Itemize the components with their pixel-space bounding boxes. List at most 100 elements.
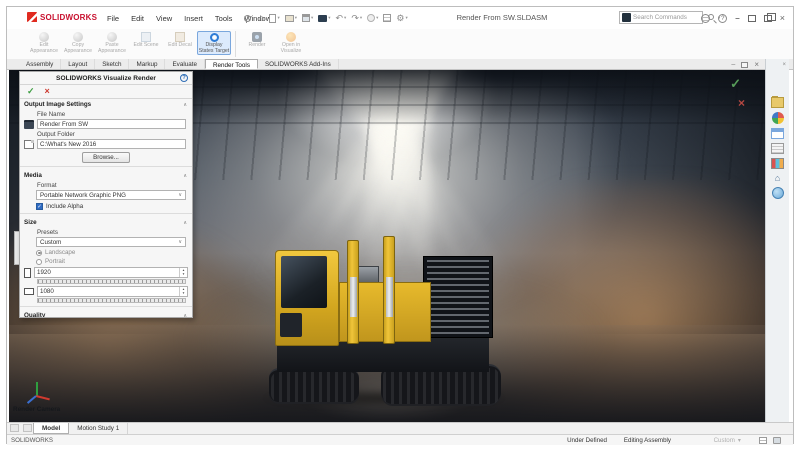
menu-edit[interactable]: Edit <box>125 14 150 23</box>
task-pane-close-icon[interactable]: × <box>782 62 786 68</box>
search-box[interactable] <box>619 11 703 24</box>
portrait-radio-row[interactable]: Portrait <box>36 258 192 265</box>
close-button[interactable]: × <box>780 13 785 23</box>
view-palette-icon[interactable] <box>771 128 784 139</box>
panel-help-icon[interactable]: ? <box>180 74 188 82</box>
width-stepper[interactable]: ▴ ▾ <box>179 268 187 277</box>
output-settings-header[interactable]: Output Image Settings ∧ <box>20 99 192 109</box>
undo-button[interactable]: ↶▾ <box>336 14 347 23</box>
size-header[interactable]: Size ∧ <box>20 217 192 227</box>
paste-appearance-button[interactable]: Paste Appearance <box>95 31 129 54</box>
quality-header[interactable]: Quality ∧ <box>20 310 192 318</box>
edit-appearance-button[interactable]: Edit Appearance <box>27 31 61 54</box>
edit-scene-button[interactable]: Edit Scene <box>129 31 163 49</box>
menu-file[interactable]: File <box>101 14 125 23</box>
panel-ok-icon[interactable]: ✓ <box>27 87 35 96</box>
portrait-radio[interactable] <box>36 259 42 265</box>
copy-appearance-button[interactable]: Copy Appearance <box>61 31 95 54</box>
panel-cancel-icon[interactable]: × <box>45 87 50 96</box>
design-library-icon[interactable] <box>771 158 784 169</box>
tab-layout[interactable]: Layout <box>61 59 95 69</box>
custom-properties-icon[interactable] <box>771 143 784 154</box>
rebuild-button[interactable]: ▾ <box>367 14 378 22</box>
select-caret-icon: ∨ <box>178 239 182 245</box>
menu-tools[interactable]: Tools <box>209 14 239 23</box>
print-button[interactable]: ▾ <box>318 15 330 22</box>
collapse-icon: ∧ <box>183 102 187 108</box>
tab-splitter-button[interactable] <box>23 424 32 432</box>
render-button[interactable]: Render <box>240 31 274 49</box>
include-alpha-checkbox[interactable]: ✓ <box>36 203 43 210</box>
motion-study-tab[interactable]: Motion Study 1 <box>69 423 128 434</box>
width-spinbox[interactable]: ▴ ▾ <box>34 267 188 278</box>
login-icon[interactable] <box>701 14 710 23</box>
status-tag-icon[interactable] <box>759 437 767 444</box>
width-slider[interactable] <box>37 279 186 284</box>
height-spinbox[interactable]: ▴ ▾ <box>37 286 188 297</box>
tab-evaluate[interactable]: Evaluate <box>165 59 205 69</box>
tab-assembly[interactable]: Assembly <box>19 59 61 69</box>
spin-down-icon[interactable]: ▾ <box>183 292 185 296</box>
machine-track-tread <box>383 368 499 404</box>
edit-decal-button[interactable]: Edit Decal <box>163 31 197 49</box>
media-header[interactable]: Media ∧ <box>20 170 192 180</box>
height-slider[interactable] <box>37 298 186 303</box>
doc-restore-icon[interactable] <box>741 62 748 68</box>
search-input[interactable] <box>633 14 699 21</box>
menu-insert[interactable]: Insert <box>178 14 209 23</box>
new-document-button[interactable]: ▾ <box>269 14 279 23</box>
tab-sketch[interactable]: Sketch <box>95 59 129 69</box>
include-alpha-row[interactable]: ✓ Include Alpha <box>36 203 192 210</box>
landscape-radio[interactable] <box>36 250 42 256</box>
redo-button[interactable]: ↷▾ <box>351 14 362 23</box>
tab-splitter-button[interactable] <box>10 424 19 432</box>
config-dropdown[interactable]: Custom ▾ <box>714 437 741 444</box>
confirmation-corner-accept-icon[interactable]: ✓ <box>730 76 741 92</box>
confirmation-corner-cancel-icon[interactable]: × <box>738 96 745 110</box>
output-folder-input[interactable] <box>37 139 186 149</box>
landscape-radio-row[interactable]: Landscape <box>36 249 192 256</box>
options-button[interactable]: ⚙▾ <box>396 14 407 23</box>
open-in-visualize-button[interactable]: Open in Visualize <box>274 31 308 54</box>
presets-select[interactable]: Custom ∨ <box>36 237 186 247</box>
tab-render-tools[interactable]: Render Tools <box>205 59 258 69</box>
document-title: Render From SW.SLDASM <box>427 7 577 29</box>
file-explorer-icon[interactable] <box>771 97 784 108</box>
open-button[interactable]: ▾ <box>285 15 297 22</box>
display-states-target-button[interactable]: Display States Target <box>197 31 231 55</box>
spin-down-icon[interactable]: ▾ <box>183 273 185 277</box>
doc-minimize-icon[interactable]: – <box>731 61 735 68</box>
home-button[interactable]: ⌂ <box>259 14 264 23</box>
file-name-input[interactable] <box>37 119 186 129</box>
menu-view[interactable]: View <box>150 14 178 23</box>
maximize-button[interactable] <box>748 15 756 22</box>
save-button[interactable]: ▾ <box>302 14 313 22</box>
collapse-icon: ∧ <box>183 220 187 226</box>
quick-access-toolbar: ⌂ ▾ ▾ ▾ ▾ ↶▾ ↷▾ ▾ ⚙▾ <box>259 10 408 26</box>
machine-mast-rear <box>383 236 395 344</box>
format-select[interactable]: Portable Network Graphic PNG ∨ <box>36 190 186 200</box>
browse-button[interactable]: Browse... <box>82 152 130 163</box>
doc-close-icon[interactable]: × <box>754 60 759 69</box>
width-row: ▴ ▾ <box>24 267 188 278</box>
appearances-icon[interactable] <box>772 112 784 124</box>
width-input[interactable] <box>35 268 179 277</box>
machine-pipe-rack <box>423 256 493 338</box>
help-icon[interactable]: ? <box>718 14 727 23</box>
height-stepper[interactable]: ▴ ▾ <box>179 287 187 296</box>
machine-cab <box>275 250 339 346</box>
file-properties-button[interactable] <box>383 14 391 22</box>
restore-button[interactable] <box>764 15 772 22</box>
status-sheet-icon[interactable] <box>773 437 781 444</box>
minimize-button[interactable]: – <box>735 14 739 23</box>
model-tab[interactable]: Model <box>33 423 69 434</box>
output-folder-label: Output Folder <box>37 131 192 138</box>
tab-solidworks-addins[interactable]: SOLIDWORKS Add-Ins <box>258 59 339 69</box>
height-input[interactable] <box>38 287 179 296</box>
constraint-status: Under Defined <box>567 437 607 444</box>
resources-icon[interactable]: ⌂ <box>771 173 784 183</box>
landscape-label: Landscape <box>45 249 75 256</box>
tab-markup[interactable]: Markup <box>129 59 165 69</box>
forum-icon[interactable] <box>772 187 784 199</box>
menu-pin-icon[interactable] <box>243 15 250 22</box>
